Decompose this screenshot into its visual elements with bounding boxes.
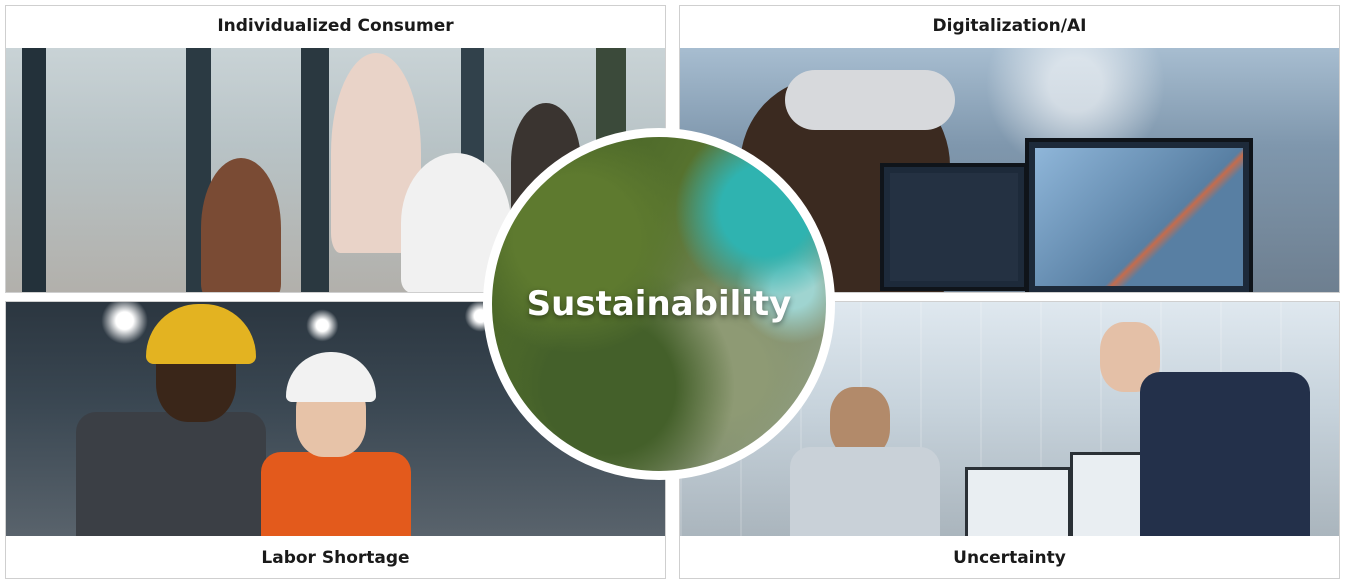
quadrant-label: Individualized Consumer xyxy=(6,6,665,46)
sustainability-circle: Sustainability xyxy=(483,128,835,480)
quadrant-label: Digitalization/AI xyxy=(680,6,1339,46)
quadrant-label: Uncertainty xyxy=(680,538,1339,578)
quadrant-label: Labor Shortage xyxy=(6,538,665,578)
center-title: Sustainability xyxy=(526,284,792,324)
